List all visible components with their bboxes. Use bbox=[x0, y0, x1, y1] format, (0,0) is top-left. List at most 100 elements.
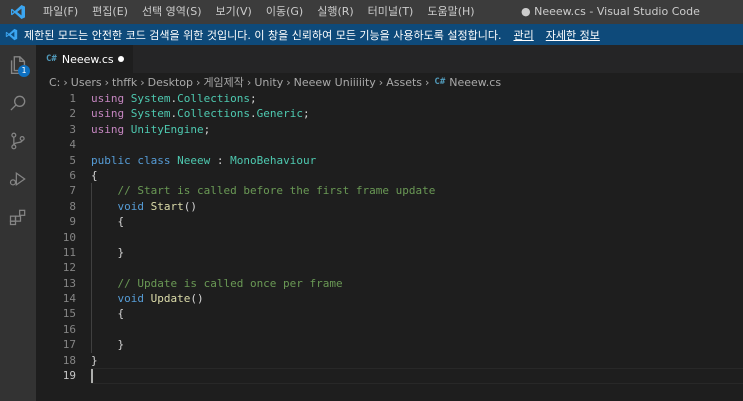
token-namespace: System bbox=[130, 92, 171, 105]
token-namespace: Generic bbox=[256, 107, 303, 121]
window-title: ● Neeew.cs - Visual Studio Code bbox=[521, 5, 700, 18]
token-keyword: using bbox=[91, 107, 125, 121]
token-keyword: void bbox=[117, 199, 145, 213]
chevron-right-icon: › bbox=[196, 75, 201, 89]
breadcrumb-item[interactable]: thffk bbox=[112, 76, 137, 89]
code-comment: // Start is called before the first fram… bbox=[91, 184, 436, 198]
token-keyword: void bbox=[117, 292, 145, 306]
line-number: 16 bbox=[62, 322, 76, 336]
unsaved-dot-icon[interactable] bbox=[118, 56, 124, 62]
source-control-icon[interactable] bbox=[0, 123, 36, 159]
breadcrumb-item[interactable]: Assets bbox=[386, 76, 422, 89]
chevron-right-icon: › bbox=[425, 75, 430, 89]
breadcrumb-item[interactable]: Neeew Uniiiiity bbox=[294, 76, 376, 89]
code-line: } bbox=[91, 245, 125, 259]
code-line: { bbox=[91, 307, 125, 321]
line-number: 1 bbox=[69, 92, 76, 105]
menu-view[interactable]: 보기(V) bbox=[208, 0, 258, 24]
line-number: 6 bbox=[69, 168, 76, 182]
manage-link[interactable]: 관리 bbox=[514, 27, 534, 43]
line-number: 18 bbox=[62, 353, 76, 367]
line-number-gutter: 1 2 3 4 5 6 7 8 9 10 11 12 13 14 15 16 1… bbox=[36, 91, 76, 383]
token-punct: () bbox=[190, 292, 204, 306]
code-line: { bbox=[91, 168, 98, 182]
line-number: 4 bbox=[69, 138, 76, 152]
token-punct: : bbox=[210, 153, 231, 167]
breadcrumb-item[interactable]: Unity bbox=[254, 76, 283, 89]
code-line: } bbox=[91, 338, 125, 352]
breadcrumb-item[interactable]: Users bbox=[71, 76, 102, 89]
menu-edit[interactable]: 편집(E) bbox=[85, 0, 135, 24]
code-comment: // Update is called once per frame bbox=[91, 276, 343, 290]
code-line: using System.Collections; bbox=[91, 91, 741, 106]
token-namespace: Collections bbox=[177, 107, 250, 121]
code-line: public class Neeew : MonoBehaviour bbox=[91, 153, 741, 168]
vscode-logo-icon bbox=[4, 28, 18, 42]
token-namespace: UnityEngine bbox=[130, 122, 204, 136]
menu-help[interactable]: 도움말(H) bbox=[420, 0, 481, 24]
line-number: 11 bbox=[62, 245, 76, 259]
csharp-file-icon: C# bbox=[46, 54, 57, 64]
editor-tabs: C# Neeew.cs bbox=[36, 45, 743, 73]
token-function: Start bbox=[150, 199, 184, 213]
line-number: 17 bbox=[62, 338, 76, 352]
explorer-icon[interactable]: 1 bbox=[0, 47, 36, 83]
tab-label: Neeew.cs bbox=[61, 52, 114, 66]
csharp-file-icon: C# bbox=[434, 77, 446, 87]
menu-file[interactable]: 파일(F) bbox=[36, 0, 85, 24]
search-icon[interactable] bbox=[0, 85, 36, 121]
breadcrumb-item[interactable]: 게임제작 bbox=[203, 74, 243, 90]
token-punct: ; bbox=[249, 92, 257, 105]
token-namespace: Collections bbox=[177, 92, 250, 105]
token-punct: ; bbox=[203, 122, 211, 136]
code-text[interactable]: using System.Collections; using System.C… bbox=[91, 91, 741, 383]
breadcrumb-file[interactable]: Neeew.cs bbox=[449, 76, 501, 89]
line-number: 3 bbox=[69, 122, 76, 136]
breadcrumb-item[interactable]: Desktop bbox=[148, 76, 193, 89]
menu-bar: 파일(F) 편집(E) 선택 영역(S) 보기(V) 이동(G) 실행(R) 터… bbox=[36, 0, 482, 24]
details-link[interactable]: 자세한 정보 bbox=[546, 27, 600, 43]
vscode-logo-icon bbox=[0, 0, 36, 24]
chevron-right-icon: › bbox=[286, 75, 291, 89]
chevron-right-icon: › bbox=[378, 75, 384, 89]
title-bar: 파일(F) 편집(E) 선택 영역(S) 보기(V) 이동(G) 실행(R) 터… bbox=[0, 0, 743, 24]
code-editor[interactable]: 1 2 3 4 5 6 7 8 9 10 11 12 13 14 15 16 1… bbox=[36, 91, 743, 401]
menu-go[interactable]: 이동(G) bbox=[259, 0, 310, 24]
code-line: } bbox=[91, 353, 98, 367]
menu-run[interactable]: 실행(R) bbox=[310, 0, 360, 24]
extensions-icon[interactable] bbox=[0, 199, 36, 235]
code-line: void Start() bbox=[91, 199, 741, 214]
tab-neeew-cs[interactable]: C# Neeew.cs bbox=[36, 45, 133, 73]
token-keyword: class bbox=[137, 153, 171, 167]
breadcrumb: C: › Users › thffk › Desktop › 게임제작 › Un… bbox=[36, 73, 743, 91]
line-number: 2 bbox=[69, 107, 76, 121]
token-keyword: public bbox=[91, 153, 131, 167]
code-line: { bbox=[91, 215, 125, 229]
line-number: 15 bbox=[62, 307, 76, 321]
chevron-right-icon: › bbox=[63, 75, 68, 89]
menu-terminal[interactable]: 터미널(T) bbox=[361, 0, 421, 24]
token-punct: ; bbox=[302, 107, 310, 121]
token-class: MonoBehaviour bbox=[230, 153, 317, 167]
run-debug-icon[interactable] bbox=[0, 161, 36, 197]
menu-selection[interactable]: 선택 영역(S) bbox=[135, 0, 209, 24]
code-line: using UnityEngine; bbox=[91, 122, 741, 137]
line-number: 12 bbox=[62, 261, 76, 275]
line-number: 10 bbox=[62, 230, 76, 244]
breadcrumb-item[interactable]: C: bbox=[49, 76, 60, 89]
line-number: 9 bbox=[69, 215, 76, 229]
line-number: 7 bbox=[69, 184, 76, 198]
token-keyword: using bbox=[91, 92, 125, 105]
explorer-badge: 1 bbox=[18, 65, 30, 77]
chevron-right-icon: › bbox=[104, 75, 110, 89]
